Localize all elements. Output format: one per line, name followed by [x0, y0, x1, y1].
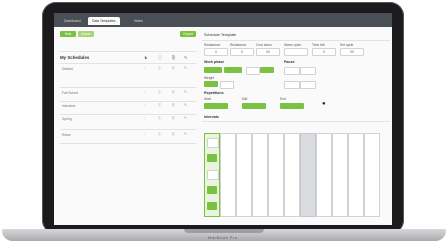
interval-column[interactable]: [268, 133, 284, 217]
info-icon[interactable]: ⓘ: [158, 103, 162, 108]
interval-column[interactable]: [252, 133, 268, 217]
divider: [202, 121, 390, 122]
copy-icon[interactable]: ⎘: [172, 90, 175, 94]
intervals-title: Intervals: [204, 115, 219, 119]
list-item[interactable]: Spring: [62, 117, 72, 121]
interval-column[interactable]: [364, 133, 380, 217]
work-toggle-b[interactable]: [224, 67, 242, 73]
repetitions-title: Repetitions: [204, 91, 224, 95]
export-button[interactable]: Export: [180, 31, 196, 37]
tab-data-templates[interactable]: Data Templates: [88, 17, 120, 25]
editor-title: Schedule Template: [204, 33, 237, 37]
divider: [60, 51, 196, 52]
cooldown-field[interactable]: 00: [256, 48, 280, 56]
set-cycle-field[interactable]: 00: [340, 48, 364, 56]
list-item[interactable]: Default: [62, 67, 73, 71]
interval-column[interactable]: [220, 133, 236, 217]
info-icon[interactable]: ⓘ: [158, 116, 162, 121]
interval-column[interactable]: [236, 133, 252, 217]
interval-column[interactable]: [316, 133, 332, 217]
tab-notes[interactable]: Notes: [130, 17, 147, 25]
field-label: Cool down: [256, 43, 272, 47]
list-item[interactable]: Fall Sched: [62, 91, 78, 95]
lock-icon[interactable]: ◦: [144, 66, 145, 70]
copy-icon[interactable]: ⎘: [172, 103, 175, 107]
work-toggle-c[interactable]: [260, 67, 274, 73]
rep-toggle-b[interactable]: [242, 103, 266, 109]
time-left-field[interactable]: 0: [312, 48, 336, 56]
edit-icon[interactable]: ✎: [184, 90, 187, 94]
list-item[interactable]: Intensive: [62, 104, 76, 108]
circle-icon[interactable]: ●: [322, 101, 326, 107]
resistance-field[interactable]: 0: [204, 48, 228, 56]
edit-icon[interactable]: ✎: [184, 132, 187, 136]
cycle-label: Start: [204, 97, 211, 101]
work-phase-title: Work phase: [204, 60, 225, 64]
field-label: Resistance: [230, 43, 247, 47]
top-bar: Dashboard Data Templates Notes: [54, 13, 392, 27]
panel-title: My Schedules: [60, 55, 90, 60]
pause-field-a[interactable]: [284, 67, 300, 75]
divider: [60, 87, 196, 88]
divider: [60, 129, 196, 130]
copy-icon: ⎘: [172, 55, 176, 60]
interval-column[interactable]: [204, 133, 220, 217]
device-brand: MacBook Pro: [208, 235, 238, 240]
edit-icon: ✎: [184, 55, 188, 60]
work-value[interactable]: [246, 67, 260, 75]
divider: [60, 114, 196, 115]
divider: [202, 40, 390, 41]
editor-panel: Schedule Template Resistance Resistance …: [202, 31, 390, 221]
lock-icon[interactable]: ◦: [144, 90, 145, 94]
divider: [60, 143, 196, 144]
tab-dashboard[interactable]: Dashboard: [60, 17, 85, 25]
import-button[interactable]: Import: [78, 31, 94, 37]
field-label: Resistance: [204, 43, 221, 47]
info-icon[interactable]: ⓘ: [158, 132, 162, 137]
weight-field-c[interactable]: [300, 81, 316, 89]
info-icon[interactable]: ⓘ: [158, 90, 162, 95]
resistance-field-2[interactable]: 0: [230, 48, 254, 56]
rep-toggle-a[interactable]: [204, 103, 228, 109]
field-label: Warm cycle: [284, 43, 302, 47]
copy-icon[interactable]: ⎘: [172, 66, 175, 70]
interval-column[interactable]: [284, 133, 300, 217]
app-screen: Dashboard Data Templates Notes New Impor…: [54, 13, 392, 225]
interval-column[interactable]: [348, 133, 364, 217]
weight-field[interactable]: [220, 81, 234, 89]
field-label: Set cycle: [340, 43, 354, 47]
edit-icon[interactable]: ✎: [184, 66, 187, 70]
work-toggle-a[interactable]: [204, 67, 222, 73]
rep-toggle-c[interactable]: [280, 103, 304, 109]
laptop-frame: Dashboard Data Templates Notes New Impor…: [0, 0, 448, 247]
info-icon[interactable]: ⓘ: [158, 66, 162, 71]
divider: [60, 101, 196, 102]
list-item[interactable]: Relax: [62, 133, 71, 137]
lock-icon[interactable]: ◦: [144, 132, 145, 136]
field-label: Time left: [312, 43, 325, 47]
divider: [60, 63, 196, 64]
lock-icon[interactable]: ◦: [144, 116, 145, 120]
copy-icon[interactable]: ⎘: [172, 132, 175, 136]
interval-column[interactable]: [300, 133, 316, 217]
weight-toggle[interactable]: [204, 81, 218, 87]
cycle-label: End: [280, 97, 286, 101]
copy-icon[interactable]: ⎘: [172, 116, 175, 120]
edit-icon[interactable]: ✎: [184, 103, 187, 107]
weight-label: Weight: [204, 76, 215, 80]
lock-icon[interactable]: ◦: [144, 103, 145, 107]
pause-field-b[interactable]: [300, 67, 316, 75]
interval-column[interactable]: [332, 133, 348, 217]
lock-icon: ♞: [144, 55, 148, 60]
warm-cycle-field[interactable]: [284, 48, 308, 56]
new-button[interactable]: New: [60, 31, 76, 37]
weight-field-b[interactable]: [284, 81, 300, 89]
edit-icon[interactable]: ✎: [184, 116, 187, 120]
cycle-label: Mid: [242, 97, 248, 101]
pause-title: Pause: [284, 60, 295, 64]
info-icon: ⓘ: [158, 55, 162, 60]
laptop-notch: [184, 229, 264, 233]
schedules-panel: New Import Export My Schedules ♞ ⓘ ⎘ ✎ D…: [58, 31, 198, 211]
